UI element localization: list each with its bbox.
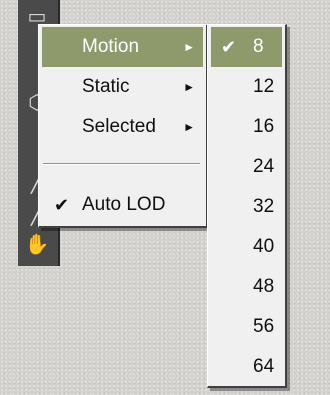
menu-item-motion-label: Motion <box>82 36 140 57</box>
submenu-item-label: 64 <box>253 356 275 377</box>
context-menu: Motion ► Static ► Selected ► ✔ Auto LOD <box>38 24 208 228</box>
menu-item-static-label: Static <box>82 76 130 97</box>
submenu-item-40[interactable]: 40 <box>211 227 282 267</box>
submenu-item-label: 40 <box>253 236 275 257</box>
submenu-item-16[interactable]: 16 <box>211 107 282 147</box>
checkmark-icon: ✔ <box>221 37 237 57</box>
menu-item-selected[interactable]: Selected ► <box>42 107 203 147</box>
menu-item-motion[interactable]: Motion ► <box>42 27 203 67</box>
submenu-item-24[interactable]: 24 <box>211 147 282 187</box>
submenu-item-64[interactable]: 64 <box>211 347 282 387</box>
submenu-item-56[interactable]: 56 <box>211 307 282 347</box>
submenu-arrow-icon: ► <box>183 80 195 94</box>
submenu-item-8[interactable]: ✔ 8 <box>211 27 282 67</box>
submenu-item-label: 24 <box>253 156 275 177</box>
menu-item-auto-lod[interactable]: ✔ Auto LOD <box>42 185 203 225</box>
submenu-item-label: 32 <box>253 196 275 217</box>
hand-icon[interactable]: ✋ <box>22 230 52 260</box>
menu-item-selected-label: Selected <box>82 116 156 137</box>
submenu-item-label: 16 <box>253 116 275 137</box>
submenu-arrow-icon: ► <box>183 120 195 134</box>
submenu-item-label: 12 <box>253 76 275 97</box>
checkmark-icon: ✔ <box>54 195 70 215</box>
menu-item-auto-lod-label: Auto LOD <box>82 194 166 215</box>
menu-separator <box>43 163 200 165</box>
submenu-item-48[interactable]: 48 <box>211 267 282 307</box>
submenu-item-12[interactable]: 12 <box>211 67 282 107</box>
submenu-item-label: 56 <box>253 316 275 337</box>
submenu-item-32[interactable]: 32 <box>211 187 282 227</box>
submenu-item-label: 48 <box>253 276 275 297</box>
menu-item-static[interactable]: Static ► <box>42 67 203 107</box>
submenu-arrow-icon: ► <box>183 40 195 54</box>
submenu-item-label: 8 <box>253 36 264 57</box>
lod-submenu: ✔ 8 12 16 24 32 40 48 56 64 <box>207 24 287 388</box>
